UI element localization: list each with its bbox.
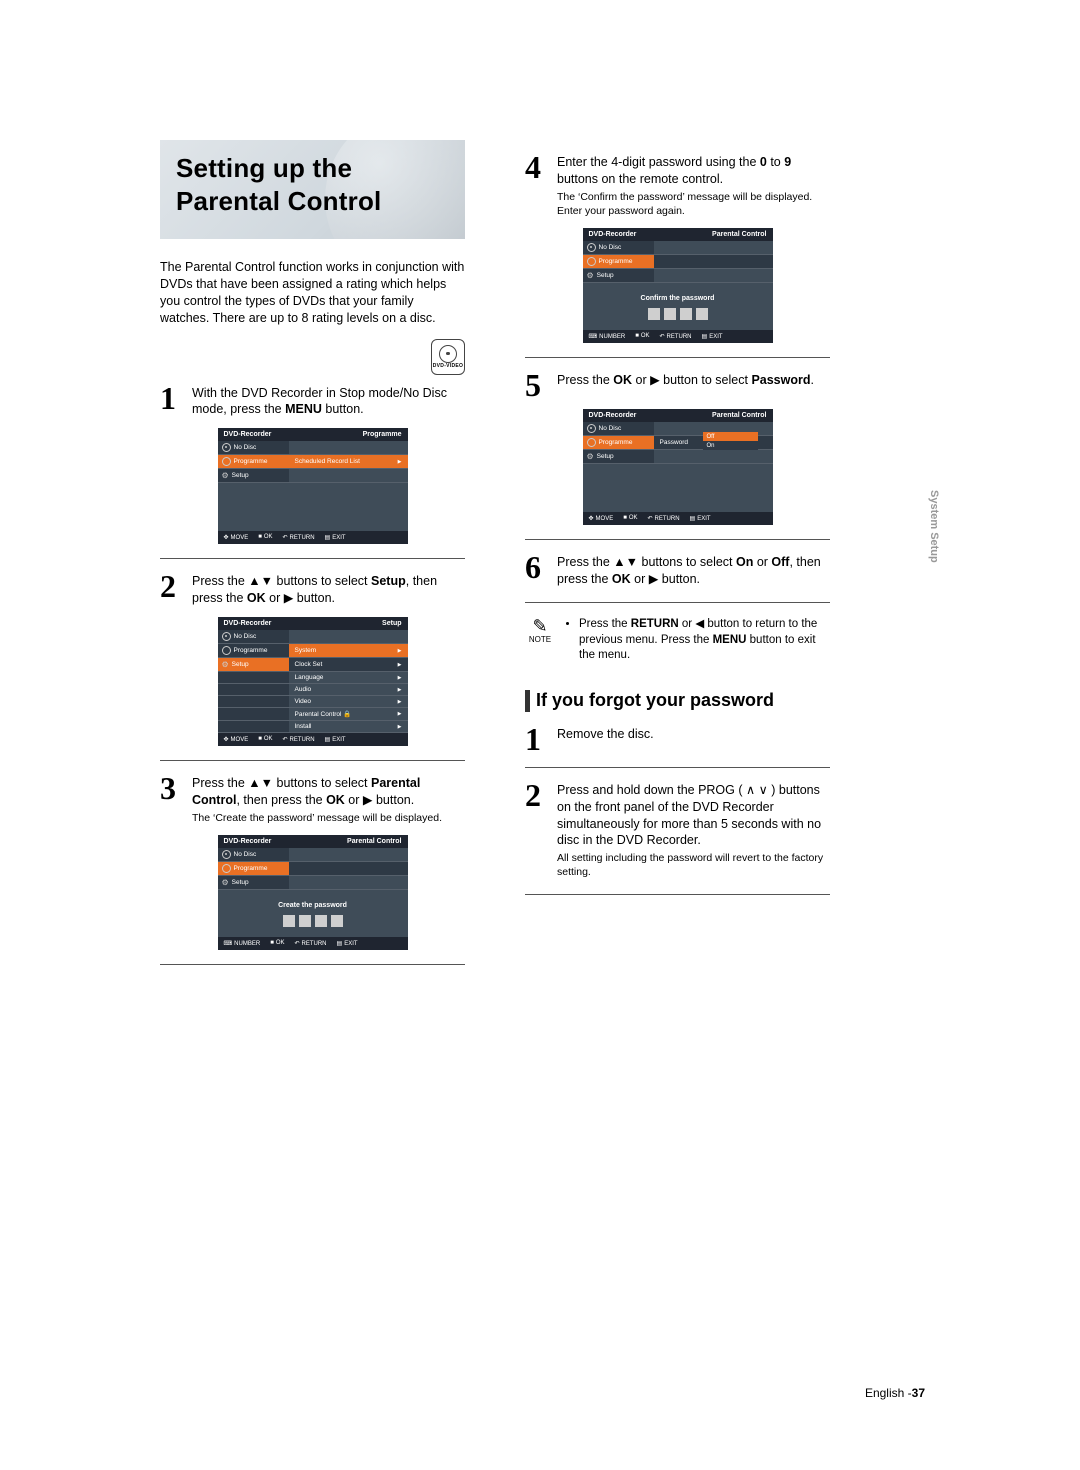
note-icon: ✎ <box>525 617 555 635</box>
screen-programme: DVD-RecorderProgramme No Disc ProgrammeS… <box>218 428 408 544</box>
forgot-password-heading: If you forgot your password <box>525 690 830 712</box>
forgot-step-2: 2 Press and hold down the PROG ( ∧ ∨ ) b… <box>525 782 830 880</box>
step-5: 5 Press the OK or ▶ button to select Pas… <box>525 372 830 399</box>
step-6: 6 Press the ▲▼ buttons to select On or O… <box>525 554 830 588</box>
step-4: 4 Enter the 4-digit password using the 0… <box>525 154 830 218</box>
forgot-step-1: 1 Remove the disc. <box>525 726 830 753</box>
dvd-video-icon: DVD-VIDEO <box>431 339 465 375</box>
step-2: 2 Press the ▲▼ buttons to select Setup, … <box>160 573 465 607</box>
screen-setup: DVD-RecorderSetup No Disc ProgrammeSyste… <box>218 617 408 746</box>
page-footer: English -37 <box>865 1386 925 1400</box>
divider <box>160 558 465 559</box>
right-column: 4 Enter the 4-digit password using the 0… <box>525 140 830 979</box>
left-column: Setting up the Parental Control The Pare… <box>160 140 465 979</box>
section-title-box: Setting up the Parental Control <box>160 140 465 239</box>
step-1: 1 With the DVD Recorder in Stop mode/No … <box>160 385 465 419</box>
section-title: Setting up the Parental Control <box>176 152 449 217</box>
side-tab: System Setup <box>928 490 940 563</box>
note-block: ✎ NOTE Press the RETURN or ◀ button to r… <box>525 617 830 664</box>
disc-icon <box>222 443 231 452</box>
intro-text: The Parental Control function works in c… <box>160 259 465 327</box>
globe-icon <box>222 457 231 466</box>
screen-create-password: DVD-RecorderParental Control No Disc Pro… <box>218 835 408 950</box>
screen-confirm-password: DVD-RecorderParental Control No Disc Pro… <box>583 228 773 343</box>
step-3: 3 Press the ▲▼ buttons to select Parenta… <box>160 775 465 825</box>
screen-password-select: DVD-RecorderParental Control No Disc Pro… <box>583 409 773 525</box>
gear-icon: ⚙ <box>222 471 229 480</box>
